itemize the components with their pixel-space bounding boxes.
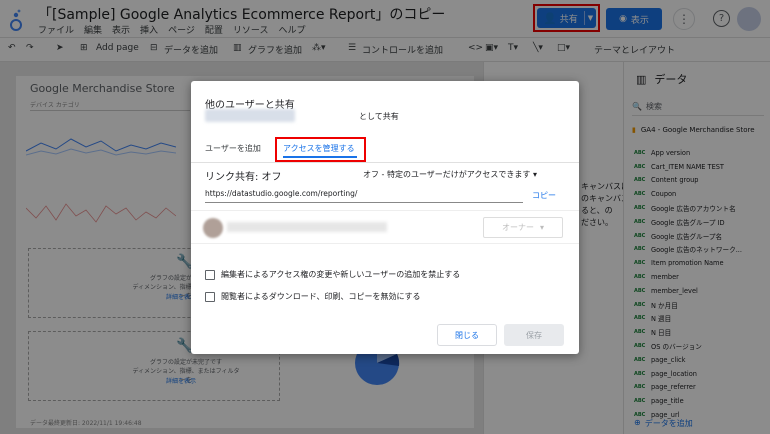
link-sharing-dropdown[interactable]: オフ - 特定のユーザーだけがアクセスできます ▾ xyxy=(363,169,537,180)
user-avatar-redacted xyxy=(203,218,223,238)
role-dropdown: オーナー ▾ xyxy=(483,217,563,238)
dropdown-arrow-icon: ▾ xyxy=(532,170,537,179)
close-button[interactable]: 閉じる xyxy=(437,324,497,346)
tab-divider xyxy=(191,162,579,163)
checkbox-box[interactable] xyxy=(205,291,215,302)
report-url-field[interactable]: https://datastudio.google.com/reporting/ xyxy=(205,189,523,203)
save-button[interactable]: 保存 xyxy=(504,324,564,346)
user-row: オーナー ▾ xyxy=(191,210,579,244)
user-name-redacted xyxy=(227,222,387,232)
owner-suffix: として共有 xyxy=(359,112,399,121)
link-sharing-value: オフ - 特定のユーザーだけがアクセスできます xyxy=(363,170,531,179)
manage-access-tab-highlight: アクセスを管理する xyxy=(275,137,366,162)
tab-manage-access[interactable]: アクセスを管理する xyxy=(283,143,355,154)
checkbox-label: 閲覧者によるダウンロード、印刷、コピーを無効にする xyxy=(221,292,421,301)
active-tab-underline xyxy=(283,156,357,158)
link-sharing-label: リンク共有: オフ xyxy=(205,172,282,183)
checkbox-box[interactable] xyxy=(205,269,215,280)
checkbox-disable-download[interactable]: 閲覧者によるダウンロード、印刷、コピーを無効にする xyxy=(205,291,421,302)
tab-add-user[interactable]: ユーザーを追加 xyxy=(205,143,261,154)
share-dialog: 他のユーザーと共有 として共有 ユーザーを追加 アクセスを管理する リンク共有:… xyxy=(191,81,579,354)
owner-email-redacted xyxy=(205,109,295,122)
checkbox-prevent-editor-sharing[interactable]: 編集者によるアクセス権の変更や新しいユーザーの追加を禁止する xyxy=(205,269,460,280)
role-label: オーナー xyxy=(501,223,534,232)
dropdown-arrow-icon: ▾ xyxy=(539,223,544,232)
copy-url-button[interactable]: コピー xyxy=(532,190,556,201)
checkbox-label: 編集者によるアクセス権の変更や新しいユーザーの追加を禁止する xyxy=(221,270,461,279)
